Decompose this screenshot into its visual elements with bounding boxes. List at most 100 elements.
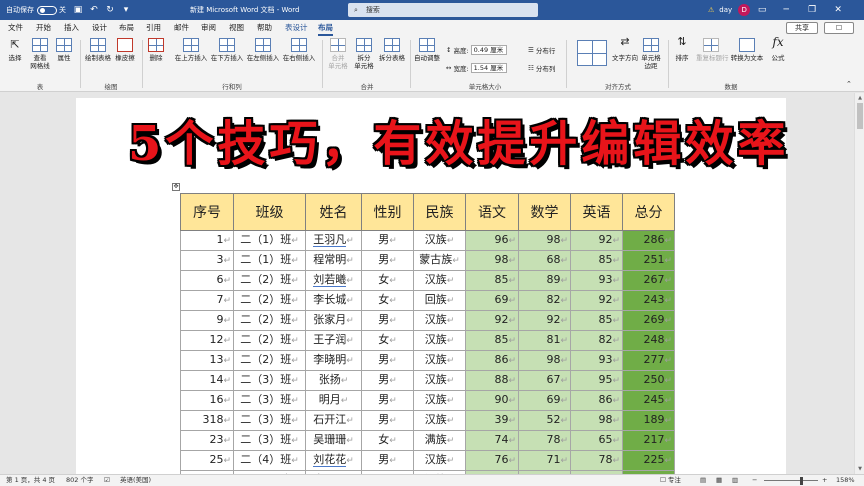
web-layout-icon[interactable]: ▥ (732, 475, 738, 486)
name-cell[interactable]: 吴珊珊↵ (305, 430, 362, 451)
english-score-cell[interactable]: 78↵ (570, 450, 623, 471)
chinese-score-cell[interactable]: 90↵ (465, 390, 519, 411)
class-cell[interactable]: 二（3）班↵ (233, 410, 306, 431)
scroll-down-icon[interactable]: ▼ (856, 465, 864, 473)
english-score-cell[interactable]: 93↵ (570, 270, 623, 291)
tab-insert[interactable]: 插入 (64, 20, 79, 36)
gender-cell[interactable]: 男↵ (361, 410, 414, 431)
name-cell[interactable]: 刘花花↵ (305, 450, 362, 471)
tab-table-design[interactable]: 表设计 (285, 20, 308, 36)
grade-table[interactable]: 序号 班级 姓名 性别 民族 语文 数学 英语 总分 1↵ 二（1）班↵ 王羽凡↵ 男… (180, 193, 675, 486)
gender-cell[interactable]: 女↵ (361, 330, 414, 351)
gender-cell[interactable]: 男↵ (361, 350, 414, 371)
close-icon[interactable]: ✕ (832, 4, 844, 16)
header-cell[interactable]: 班级 (233, 193, 306, 231)
header-cell[interactable]: 总分 (622, 193, 675, 231)
tab-references[interactable]: 引用 (146, 20, 161, 36)
page-count[interactable]: 第 1 页，共 4 页 (6, 475, 55, 486)
id-cell[interactable]: 1↵ (180, 230, 234, 251)
insert-right-button[interactable]: 在右侧插入 (282, 38, 316, 62)
word-count[interactable]: 802 个字 (66, 475, 93, 486)
insert-above-button[interactable]: 在上方插入 (174, 38, 208, 62)
share-button[interactable]: 共享 (786, 22, 818, 34)
class-cell[interactable]: 二（2）班↵ (233, 350, 306, 371)
id-cell[interactable]: 9↵ (180, 310, 234, 331)
ethnicity-cell[interactable]: 汉族↵ (413, 310, 466, 331)
chinese-score-cell[interactable]: 86↵ (465, 350, 519, 371)
math-score-cell[interactable]: 81↵ (518, 330, 571, 351)
gender-cell[interactable]: 男↵ (361, 250, 414, 271)
chinese-score-cell[interactable]: 76↵ (465, 450, 519, 471)
minimize-icon[interactable]: ─ (780, 4, 792, 16)
ethnicity-cell[interactable]: 满族↵ (413, 430, 466, 451)
view-gridlines-button[interactable]: 查看 网格线 (28, 38, 52, 70)
chinese-score-cell[interactable]: 85↵ (465, 330, 519, 351)
ethnicity-cell[interactable]: 汉族↵ (413, 230, 466, 251)
math-score-cell[interactable]: 89↵ (518, 270, 571, 291)
name-cell[interactable]: 程常明↵ (305, 250, 362, 271)
ethnicity-cell[interactable]: 汉族↵ (413, 450, 466, 471)
id-cell[interactable]: 7↵ (180, 290, 234, 311)
id-cell[interactable]: 14↵ (180, 370, 234, 391)
zoom-out-icon[interactable]: − (752, 475, 757, 486)
ethnicity-cell[interactable]: 汉族↵ (413, 410, 466, 431)
tab-layout[interactable]: 布局 (119, 20, 134, 36)
chinese-score-cell[interactable]: 39↵ (465, 410, 519, 431)
english-score-cell[interactable]: 65↵ (570, 430, 623, 451)
collapse-ribbon-icon[interactable]: ⌃ (846, 80, 852, 88)
name-cell[interactable]: 石开江↵ (305, 410, 362, 431)
tab-view[interactable]: 视图 (229, 20, 244, 36)
header-cell[interactable]: 英语 (570, 193, 623, 231)
customize-qat-icon[interactable]: ▾ (120, 4, 132, 16)
proofing-icon[interactable]: ☑ (104, 475, 110, 486)
column-width-input[interactable]: 1.54 厘米 (470, 62, 507, 73)
tab-table-layout[interactable]: 布局 (318, 20, 333, 36)
eraser-button[interactable]: 橡皮擦 (114, 38, 136, 62)
math-score-cell[interactable]: 67↵ (518, 370, 571, 391)
zoom-slider[interactable] (764, 480, 818, 481)
autosave-toggle[interactable] (37, 5, 57, 15)
zoom-in-icon[interactable]: + (822, 475, 827, 486)
search-input[interactable]: ⌕ 搜索 (348, 3, 538, 17)
chinese-score-cell[interactable]: 98↵ (465, 250, 519, 271)
total-score-cell[interactable]: 267↵ (622, 270, 675, 291)
sort-button[interactable]: ⇅ 排序 (672, 36, 692, 62)
cell-margins-button[interactable]: 单元格 边距 (640, 38, 662, 70)
id-cell[interactable]: 3↵ (180, 250, 234, 271)
name-cell[interactable]: 明月↵ (305, 390, 362, 411)
english-score-cell[interactable]: 82↵ (570, 330, 623, 351)
class-cell[interactable]: 二（3）班↵ (233, 370, 306, 391)
name-cell[interactable]: 张家月↵ (305, 310, 362, 331)
class-cell[interactable]: 二（2）班↵ (233, 270, 306, 291)
gender-cell[interactable]: 男↵ (361, 450, 414, 471)
chinese-score-cell[interactable]: 96↵ (465, 230, 519, 251)
delete-button[interactable]: 删除 (146, 38, 166, 62)
class-cell[interactable]: 二（3）班↵ (233, 390, 306, 411)
warning-icon[interactable]: ⚠ (708, 6, 714, 14)
alignment-grid[interactable] (572, 40, 612, 68)
header-cell[interactable]: 姓名 (305, 193, 362, 231)
language[interactable]: 英语(美国) (120, 475, 151, 486)
total-score-cell[interactable]: 225↵ (622, 450, 675, 471)
total-score-cell[interactable]: 189↵ (622, 410, 675, 431)
save-icon[interactable]: ▣ (72, 4, 84, 16)
autosave-control[interactable]: 自动保存 关 (6, 0, 66, 20)
header-cell[interactable]: 性别 (361, 193, 414, 231)
name-cell[interactable]: 王羽凡↵ (305, 230, 362, 251)
distribute-rows-button[interactable]: ☰ 分布行 (528, 44, 555, 55)
id-cell[interactable]: 25↵ (180, 450, 234, 471)
ethnicity-cell[interactable]: 汉族↵ (413, 370, 466, 391)
english-score-cell[interactable]: 98↵ (570, 410, 623, 431)
gender-cell[interactable]: 男↵ (361, 310, 414, 331)
english-score-cell[interactable]: 85↵ (570, 250, 623, 271)
row-height-input[interactable]: 0.49 厘米 (470, 44, 507, 55)
name-cell[interactable]: 王子润↵ (305, 330, 362, 351)
english-score-cell[interactable]: 92↵ (570, 230, 623, 251)
ethnicity-cell[interactable]: 蒙古族↵ (413, 250, 466, 271)
ribbon-display-icon[interactable]: ▭ (756, 4, 768, 16)
repeat-header-rows-button[interactable]: 重复标题行 (696, 38, 729, 62)
math-score-cell[interactable]: 52↵ (518, 410, 571, 431)
id-cell[interactable]: 13↵ (180, 350, 234, 371)
total-score-cell[interactable]: 286↵ (622, 230, 675, 251)
user-name[interactable]: day (719, 6, 732, 14)
